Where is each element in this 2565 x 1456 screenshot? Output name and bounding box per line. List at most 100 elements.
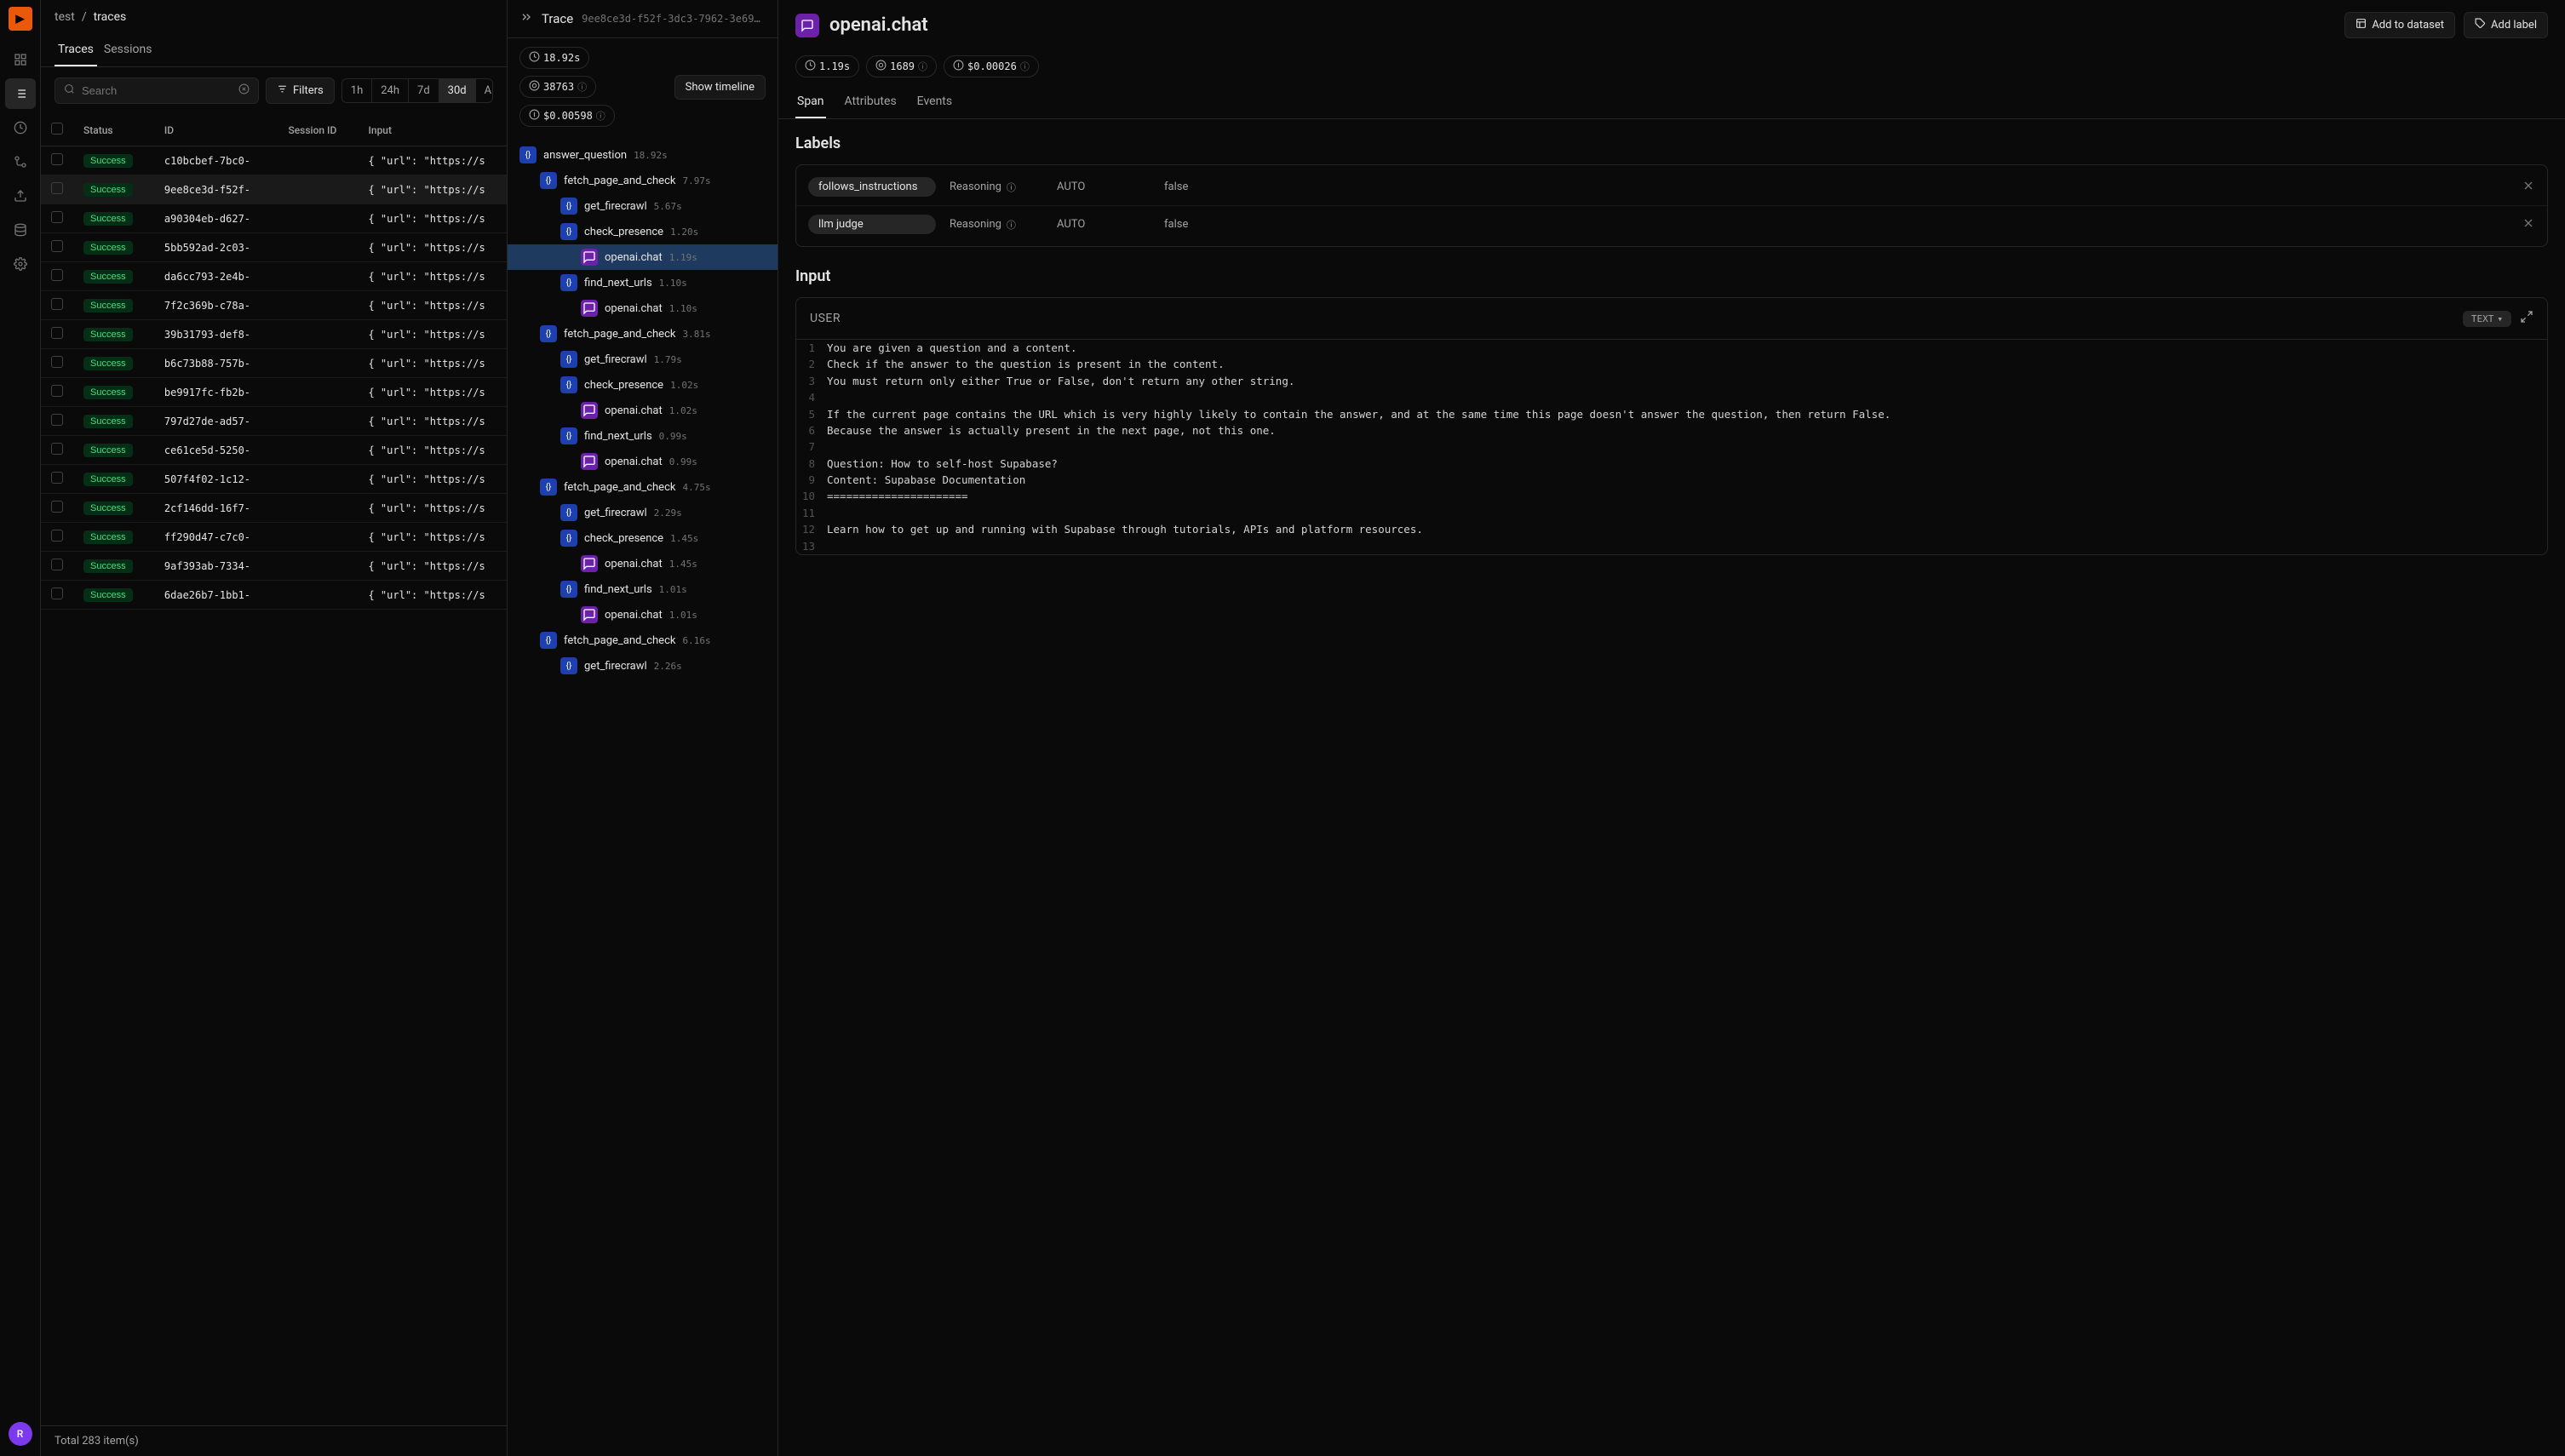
table-row[interactable]: Successbe9917fc-fb2b-{ "url": "https://s [41,378,507,407]
app-logo[interactable]: ▶ [9,7,32,31]
column-header[interactable] [41,114,73,146]
table-row[interactable]: Successce61ce5d-5250-{ "url": "https://s [41,436,507,465]
row-checkbox[interactable] [51,559,63,570]
user-avatar[interactable]: R [9,1422,32,1446]
tree-node[interactable]: {}fetch_page_and_check6.16s [508,628,778,653]
breadcrumb-parent[interactable]: test [55,10,75,24]
traces-table-wrap[interactable]: StatusIDSession IDInput Successc10bcbef-… [41,114,507,1425]
label-reasoning[interactable]: Reasoning ⓘ [950,181,1043,194]
clear-search-icon[interactable] [238,83,250,98]
filters-button[interactable]: Filters [266,77,335,104]
table-row[interactable]: Successc10bcbef-7bc0-{ "url": "https://s [41,146,507,175]
column-header[interactable]: Status [73,114,154,146]
tree-node[interactable]: {}get_firecrawl2.29s [508,500,778,525]
table-row[interactable]: Success2cf146dd-16f7-{ "url": "https://s [41,494,507,523]
tree-node[interactable]: {}find_next_urls1.10s [508,270,778,295]
table-row[interactable]: Success7f2c369b-c78a-{ "url": "https://s [41,291,507,320]
tab-span[interactable]: Span [795,86,826,118]
code-block[interactable]: 1You are given a question and a content.… [796,340,2547,554]
row-checkbox[interactable] [51,530,63,542]
tree-node[interactable]: {}get_firecrawl5.67s [508,193,778,219]
tree-node[interactable]: openai.chat1.01s [508,602,778,628]
tree-node[interactable]: {}check_presence1.45s [508,525,778,551]
nav-traces-icon[interactable] [5,78,36,109]
table-row[interactable]: Success797d27de-ad57-{ "url": "https://s [41,407,507,436]
table-row[interactable]: Success6dae26b7-1bb1-{ "url": "https://s [41,581,507,610]
label-reasoning[interactable]: Reasoning ⓘ [950,218,1043,232]
row-checkbox[interactable] [51,327,63,339]
tree-node[interactable]: {}check_presence1.20s [508,219,778,244]
nav-settings-icon[interactable] [5,249,36,279]
column-header[interactable]: Session ID [278,114,358,146]
tab-traces[interactable]: Traces [55,34,97,66]
nav-analytics-icon[interactable] [5,112,36,143]
tree-node[interactable]: {}fetch_page_and_check3.81s [508,321,778,347]
info-icon[interactable]: ⓘ [596,109,605,123]
row-checkbox[interactable] [51,472,63,484]
tree-node[interactable]: {}fetch_page_and_check7.97s [508,168,778,193]
row-checkbox[interactable] [51,298,63,310]
nav-pipelines-icon[interactable] [5,146,36,177]
tree-node[interactable]: openai.chat1.02s [508,398,778,423]
time-range-1h[interactable]: 1h [342,79,372,102]
tree-node[interactable]: {}get_firecrawl1.79s [508,347,778,372]
column-header[interactable]: Input [358,114,507,146]
row-checkbox[interactable] [51,153,63,165]
table-row[interactable]: Success5bb592ad-2c03-{ "url": "https://s [41,233,507,262]
row-checkbox[interactable] [51,385,63,397]
tree-node[interactable]: {}fetch_page_and_check4.75s [508,474,778,500]
tree-node[interactable]: openai.chat1.45s [508,551,778,576]
table-row[interactable]: Successff290d47-c7c0-{ "url": "https://s [41,523,507,552]
row-checkbox[interactable] [51,356,63,368]
show-timeline-button[interactable]: Show timeline [674,75,766,100]
tree-node[interactable]: {}find_next_urls1.01s [508,576,778,602]
tab-sessions[interactable]: Sessions [100,34,156,66]
table-row[interactable]: Successa90304eb-d627-{ "url": "https://s [41,204,507,233]
table-row[interactable]: Successda6cc793-2e4b-{ "url": "https://s [41,262,507,291]
column-header[interactable]: ID [154,114,278,146]
label-chip[interactable]: follows_instructions [808,177,936,197]
span-tree[interactable]: {}answer_question18.92s{}fetch_page_and_… [508,135,778,1456]
info-icon[interactable]: ⓘ [918,60,927,73]
tree-node[interactable]: openai.chat0.99s [508,449,778,474]
search-box[interactable] [55,77,259,104]
tree-node[interactable]: {}find_next_urls0.99s [508,423,778,449]
tree-node[interactable]: openai.chat1.19s [508,244,778,270]
table-row[interactable]: Success39b31793-def8-{ "url": "https://s [41,320,507,349]
add-to-dataset-button[interactable]: Add to dataset [2344,12,2455,38]
label-chip[interactable]: llm judge [808,215,936,234]
row-checkbox[interactable] [51,501,63,513]
row-checkbox[interactable] [51,414,63,426]
row-checkbox[interactable] [51,211,63,223]
tree-node[interactable]: openai.chat1.10s [508,295,778,321]
tab-attributes[interactable]: Attributes [843,86,898,118]
time-range-7d[interactable]: 7d [409,79,439,102]
nav-upload-icon[interactable] [5,181,36,211]
info-icon[interactable]: ⓘ [1007,218,1016,232]
row-checkbox[interactable] [51,269,63,281]
tree-node[interactable]: {}answer_question18.92s [508,142,778,168]
tree-node[interactable]: {}get_firecrawl2.26s [508,653,778,679]
table-row[interactable]: Successb6c73b88-757b-{ "url": "https://s [41,349,507,378]
table-row[interactable]: Success507f4f02-1c12-{ "url": "https://s [41,465,507,494]
add-label-button[interactable]: Add label [2464,12,2548,38]
expand-icon[interactable] [2520,310,2533,327]
nav-database-icon[interactable] [5,215,36,245]
row-checkbox[interactable] [51,240,63,252]
close-icon[interactable] [2522,179,2535,196]
tab-events[interactable]: Events [915,86,954,118]
row-checkbox[interactable] [51,443,63,455]
row-checkbox[interactable] [51,182,63,194]
select-all-checkbox[interactable] [51,123,63,135]
info-icon[interactable]: ⓘ [1007,181,1016,194]
table-row[interactable]: Success9ee8ce3d-f52f-{ "url": "https://s [41,175,507,204]
time-range-30d[interactable]: 30d [439,79,476,102]
collapse-panel-icon[interactable] [519,10,533,27]
table-row[interactable]: Success9af393ab-7334-{ "url": "https://s [41,552,507,581]
content-type-chip[interactable]: TEXT ▾ [2463,311,2511,327]
search-input[interactable] [82,84,232,97]
detail-body[interactable]: Labels follows_instructionsReasoning ⓘAU… [778,119,2565,1456]
row-checkbox[interactable] [51,588,63,599]
time-range-24h[interactable]: 24h [372,79,409,102]
tree-node[interactable]: {}check_presence1.02s [508,372,778,398]
